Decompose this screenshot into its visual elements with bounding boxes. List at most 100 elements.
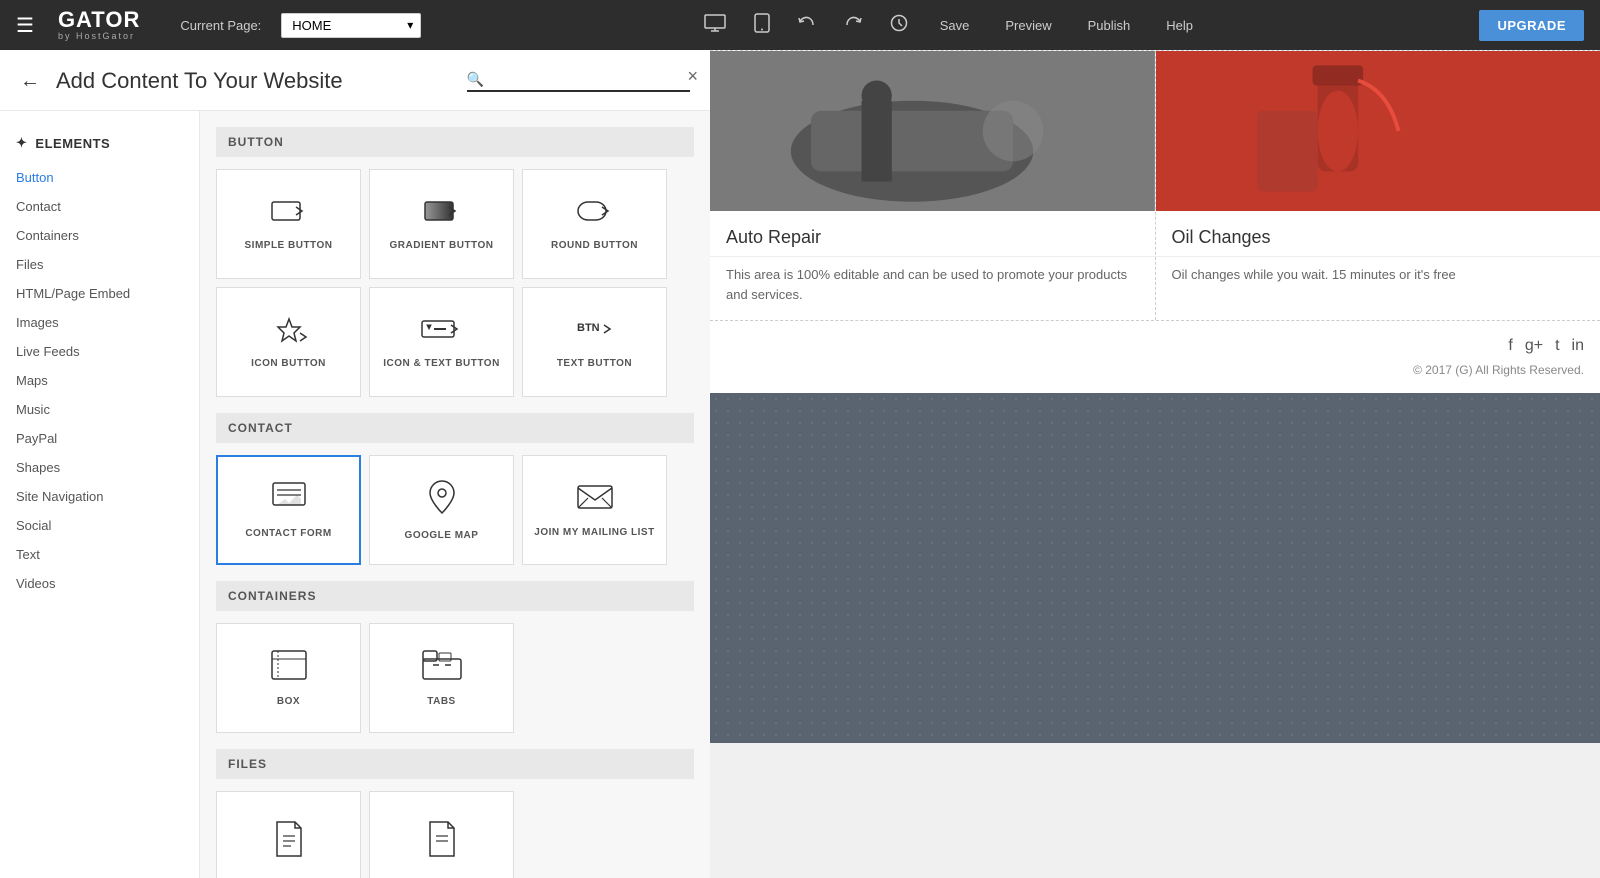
- left-panel: ← Add Content To Your Website 🔍 × ✦ ELEM…: [0, 50, 710, 878]
- files-section-header: FILES: [216, 749, 694, 779]
- oil-changes-image: [1156, 51, 1600, 211]
- sidebar-item-shapes[interactable]: Shapes: [0, 453, 199, 482]
- contact-form-card[interactable]: CONTACT FORM: [216, 455, 361, 565]
- icon-button-card[interactable]: ICON BUTTON: [216, 287, 361, 397]
- round-button-icon: [576, 197, 614, 232]
- simple-button-card[interactable]: SIMPLE BUTTON: [216, 169, 361, 279]
- elements-icon: ✦: [16, 135, 27, 151]
- google-map-icon: [428, 479, 456, 522]
- hamburger-icon[interactable]: ☰: [16, 13, 34, 38]
- google-map-card[interactable]: GOOGLE MAP: [369, 455, 514, 565]
- text-button-label: TEXT BUTTON: [557, 358, 632, 369]
- history-button[interactable]: [886, 10, 912, 41]
- oil-changes-col: Oil Changes Oil changes while you wait. …: [1156, 51, 1600, 320]
- desktop-icon-button[interactable]: [700, 10, 730, 41]
- current-page-label: Current Page:: [180, 18, 261, 33]
- mailing-list-card[interactable]: JOIN MY MAILING LIST: [522, 455, 667, 565]
- sidebar-item-social[interactable]: Social: [0, 511, 199, 540]
- undo-button[interactable]: [794, 11, 820, 40]
- auto-repair-title: Auto Repair: [710, 211, 1155, 257]
- sidebar-item-videos[interactable]: Videos: [0, 569, 199, 598]
- sidebar-item-live-feeds[interactable]: Live Feeds: [0, 337, 199, 366]
- redo-button[interactable]: [840, 11, 866, 40]
- icon-text-button-icon: [421, 315, 463, 350]
- containers-items-grid: BOX TAB: [216, 623, 694, 733]
- file-card-1[interactable]: [216, 791, 361, 878]
- sidebar-item-paypal[interactable]: PayPal: [0, 424, 199, 453]
- gradient-button-label: GRADIENT BUTTON: [390, 240, 494, 251]
- elements-label: ELEMENTS: [35, 136, 110, 151]
- publish-button[interactable]: Publish: [1080, 14, 1139, 37]
- sidebar-item-images[interactable]: Images: [0, 308, 199, 337]
- file1-icon: [273, 820, 305, 865]
- box-card[interactable]: BOX: [216, 623, 361, 733]
- round-button-label: ROUND BUTTON: [551, 240, 638, 251]
- sidebar-item-containers[interactable]: Containers: [0, 221, 199, 250]
- box-icon: [270, 649, 308, 688]
- twitter-icon[interactable]: t: [1555, 337, 1559, 355]
- sidebar-item-contact[interactable]: Contact: [0, 192, 199, 221]
- elements-section-label: ✦ ELEMENTS: [0, 127, 199, 163]
- save-button[interactable]: Save: [932, 14, 978, 37]
- facebook-icon[interactable]: f: [1508, 337, 1512, 355]
- right-panel: Auto Repair This area is 100% editable a…: [710, 50, 1600, 878]
- button-items-grid: SIMPLE BUTTON GRADIENT BUTTON: [216, 169, 694, 397]
- social-icons: f g+ t in: [726, 337, 1584, 355]
- file2-icon: [426, 820, 458, 865]
- contact-form-label: CONTACT FORM: [245, 528, 331, 539]
- dotted-background: [710, 393, 1600, 743]
- button-section-header: BUTTON: [216, 127, 694, 157]
- oil-changes-title: Oil Changes: [1156, 211, 1600, 257]
- tabs-label: TABS: [427, 696, 455, 707]
- search-icon: 🔍: [467, 71, 484, 88]
- sidebar-item-site-navigation[interactable]: Site Navigation: [0, 482, 199, 511]
- tabs-card[interactable]: TABS: [369, 623, 514, 733]
- mailing-list-label: JOIN MY MAILING LIST: [534, 527, 654, 538]
- icon-button-icon: [270, 315, 308, 350]
- sidebar: ✦ ELEMENTS ButtonContactContainersFilesH…: [0, 111, 200, 878]
- search-bar: 🔍: [467, 71, 690, 92]
- sidebar-item-button[interactable]: Button: [0, 163, 199, 192]
- files-items-grid: [216, 791, 694, 878]
- panel-header: ← Add Content To Your Website 🔍 ×: [0, 50, 710, 111]
- text-button-card[interactable]: BTN TEXT BUTTON: [522, 287, 667, 397]
- sidebar-item-music[interactable]: Music: [0, 395, 199, 424]
- auto-repair-desc: This area is 100% editable and can be us…: [710, 265, 1155, 320]
- contact-items-grid: CONTACT FORM GOOGLE MAP: [216, 455, 694, 565]
- upgrade-button[interactable]: UPGRADE: [1479, 10, 1584, 41]
- text-button-icon: BTN: [574, 315, 616, 350]
- icon-text-button-card[interactable]: ICON & TEXT BUTTON: [369, 287, 514, 397]
- contact-form-icon: [271, 481, 307, 520]
- icon-text-button-label: ICON & TEXT BUTTON: [383, 358, 500, 369]
- logo-sub-text: by HostGator: [58, 31, 140, 41]
- preview-button[interactable]: Preview: [997, 14, 1059, 37]
- help-button[interactable]: Help: [1158, 14, 1201, 37]
- google-plus-icon[interactable]: g+: [1525, 337, 1543, 355]
- back-button[interactable]: ←: [20, 70, 40, 93]
- sidebar-item-maps[interactable]: Maps: [0, 366, 199, 395]
- google-map-label: GOOGLE MAP: [405, 530, 479, 541]
- search-input[interactable]: [490, 71, 690, 87]
- file-card-2[interactable]: [369, 791, 514, 878]
- round-button-card[interactable]: ROUND BUTTON: [522, 169, 667, 279]
- tablet-icon-button[interactable]: [750, 9, 774, 42]
- preview-footer: f g+ t in © 2017 (G) All Rights Reserved…: [710, 320, 1600, 393]
- panel-body: ✦ ELEMENTS ButtonContactContainersFilesH…: [0, 111, 710, 878]
- content-area: BUTTON SIMPLE BUTTON: [200, 111, 710, 878]
- icon-button-label: ICON BUTTON: [251, 358, 326, 369]
- preview-content: Auto Repair This area is 100% editable a…: [710, 50, 1600, 743]
- containers-section-header: CONTAINERS: [216, 581, 694, 611]
- sidebar-item-text[interactable]: Text: [0, 540, 199, 569]
- sidebar-item-files[interactable]: Files: [0, 250, 199, 279]
- sidebar-item-html-page-embed[interactable]: HTML/Page Embed: [0, 279, 199, 308]
- close-button[interactable]: ×: [687, 66, 698, 87]
- logo-gator-text: GATOR: [58, 9, 140, 31]
- gradient-button-card[interactable]: GRADIENT BUTTON: [369, 169, 514, 279]
- page-select[interactable]: HOME ABOUT CONTACT SERVICES: [281, 13, 421, 38]
- auto-repair-image: [710, 51, 1155, 211]
- oil-changes-desc: Oil changes while you wait. 15 minutes o…: [1156, 265, 1600, 301]
- linkedin-icon[interactable]: in: [1572, 337, 1584, 355]
- tabs-icon: [421, 649, 463, 688]
- nav-center: Save Preview Publish Help: [437, 9, 1463, 42]
- auto-repair-col: Auto Repair This area is 100% editable a…: [710, 51, 1156, 320]
